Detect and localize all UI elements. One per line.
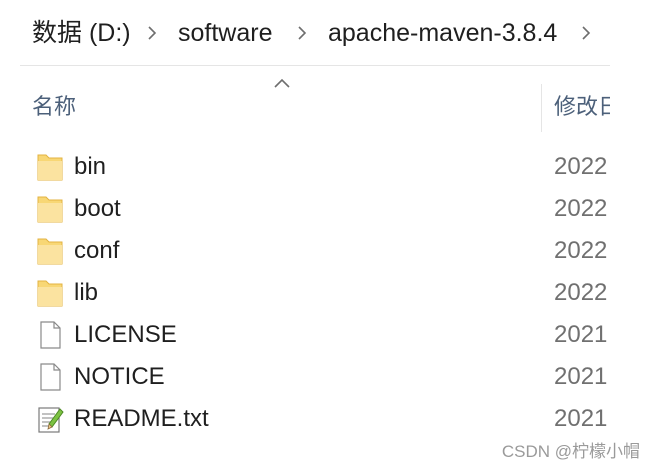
chevron-right-icon[interactable]	[292, 16, 312, 50]
file-date: 2022	[554, 279, 608, 306]
file-name: README.txt	[74, 405, 209, 432]
file-name: boot	[74, 195, 121, 222]
list-item[interactable]: README.txt 2021	[0, 398, 610, 440]
column-header-name[interactable]: 名称	[32, 92, 76, 122]
file-date: 2021	[554, 405, 608, 432]
breadcrumb: 数据 (D:) software apache-maven-3.8.4	[0, 0, 610, 66]
list-item[interactable]: LICENSE 2021	[0, 314, 610, 356]
text-file-icon	[36, 404, 64, 434]
file-list: bin 2022 boot 2022 conf 2022 lib 2022 LI…	[0, 146, 610, 440]
folder-icon	[36, 278, 64, 308]
list-item[interactable]: conf 2022	[0, 230, 610, 272]
file-date: 2022	[554, 153, 608, 180]
file-date: 2021	[554, 363, 608, 390]
breadcrumb-item-apache-maven[interactable]: apache-maven-3.8.4	[328, 16, 557, 50]
breadcrumb-item-drive[interactable]: 数据 (D:)	[32, 16, 131, 50]
column-resize-handle[interactable]	[541, 84, 542, 132]
file-icon	[36, 320, 64, 350]
file-name: conf	[74, 237, 120, 264]
file-explorer: 数据 (D:) software apache-maven-3.8.4 名称 修…	[0, 0, 652, 472]
breadcrumb-item-software[interactable]: software	[178, 16, 272, 50]
column-header-date[interactable]: 修改日	[554, 92, 610, 122]
file-date: 2022	[554, 237, 608, 264]
list-item[interactable]: lib 2022	[0, 272, 610, 314]
file-icon	[36, 362, 64, 392]
column-header: 名称 修改日	[0, 66, 610, 134]
list-item[interactable]: NOTICE 2021	[0, 356, 610, 398]
file-name: bin	[74, 153, 107, 180]
folder-icon	[36, 236, 64, 266]
list-item[interactable]: boot 2022	[0, 188, 610, 230]
chevron-right-icon[interactable]	[576, 16, 596, 50]
watermark: CSDN @柠檬小帽	[501, 442, 640, 461]
folder-icon	[36, 152, 64, 182]
file-date: 2022	[554, 195, 608, 222]
chevron-right-icon[interactable]	[142, 16, 162, 50]
file-name: NOTICE	[74, 363, 165, 390]
folder-icon	[36, 194, 64, 224]
file-name: lib	[74, 279, 99, 306]
list-item[interactable]: bin 2022	[0, 146, 610, 188]
file-date: 2021	[554, 321, 608, 348]
sort-ascending-icon	[274, 78, 290, 88]
file-name: LICENSE	[74, 321, 177, 348]
